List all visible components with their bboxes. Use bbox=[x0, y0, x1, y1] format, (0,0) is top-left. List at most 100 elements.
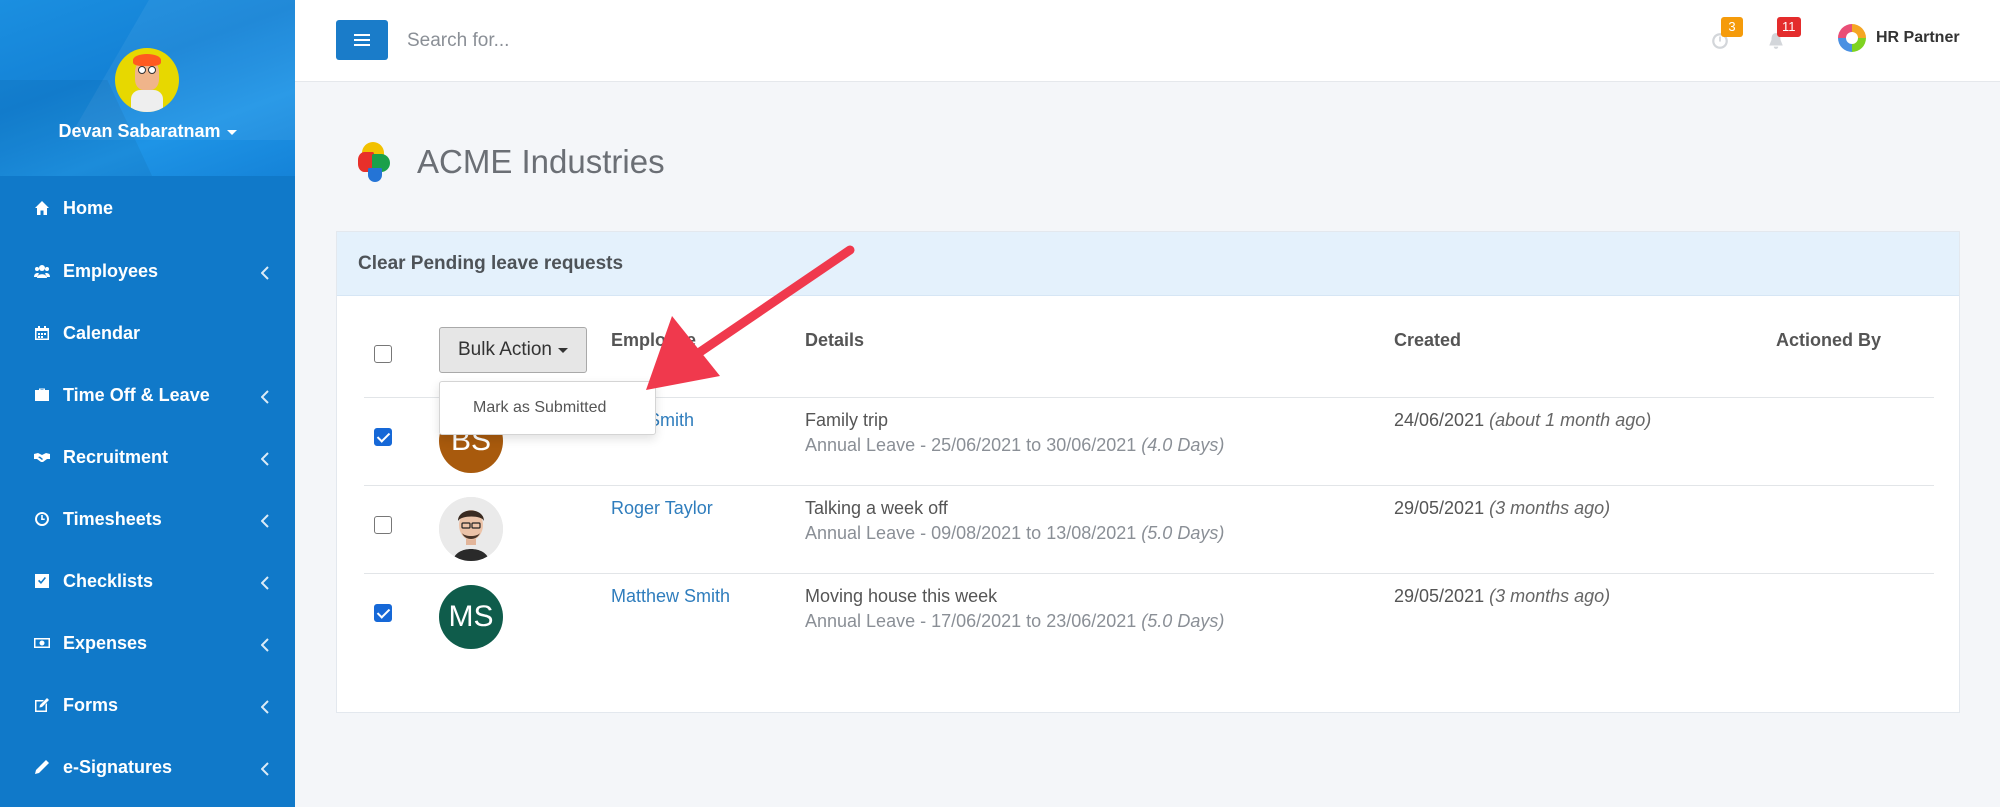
nav-label: Forms bbox=[63, 694, 119, 715]
nav-label: Expenses bbox=[63, 632, 148, 653]
row-checkbox[interactable] bbox=[374, 516, 392, 534]
bell-notifications[interactable]: 11 bbox=[1767, 17, 1801, 54]
nav-employees[interactable]: Employees bbox=[0, 240, 295, 302]
column-header-created[interactable]: Created bbox=[1394, 330, 1461, 351]
created-date-value: 24/06/2021 bbox=[1394, 410, 1485, 430]
nav-e-signatures[interactable]: e-Signatures bbox=[0, 736, 295, 798]
nav-expenses[interactable]: Expenses bbox=[0, 612, 295, 674]
leave-days: (4.0 Days) bbox=[1141, 435, 1225, 455]
page-title: ACME Industries bbox=[417, 143, 665, 180]
nav-recruitment[interactable]: Recruitment bbox=[0, 426, 295, 488]
created-date-value: 29/05/2021 bbox=[1394, 498, 1485, 518]
bulk-action-label: Bulk Action bbox=[458, 339, 552, 360]
chevron-left-icon bbox=[260, 388, 269, 404]
created-date: 29/05/2021 (3 months ago) bbox=[1394, 586, 1610, 607]
nav-label: Time Off & Leave bbox=[63, 384, 210, 405]
chevron-left-icon bbox=[260, 512, 269, 528]
timer-notifications[interactable]: 3 bbox=[1711, 17, 1743, 54]
nav-timesheets[interactable]: Timesheets bbox=[0, 488, 295, 550]
sidebar: Devan Sabaratnam Home Employees Calendar… bbox=[0, 0, 295, 807]
nav-home[interactable]: Home bbox=[0, 177, 295, 239]
handshake-icon bbox=[33, 449, 51, 465]
page-heading: ACME Industries bbox=[358, 142, 665, 182]
leave-details: Annual Leave - 09/08/2021 to 13/08/2021 … bbox=[805, 523, 1224, 544]
chevron-left-icon bbox=[260, 450, 269, 466]
user-avatar[interactable] bbox=[115, 48, 179, 112]
panel-header: Clear Pending leave requests bbox=[337, 232, 1959, 296]
profile-header: Devan Sabaratnam bbox=[0, 0, 295, 176]
panel-title: Clear Pending leave requests bbox=[358, 253, 624, 274]
nav-checklists[interactable]: Checklists bbox=[0, 550, 295, 612]
pending-leave-panel: Clear Pending leave requests Bulk Action… bbox=[336, 231, 1960, 713]
chevron-left-icon bbox=[260, 636, 269, 652]
bulk-action-dropdown: Mark as Submitted bbox=[439, 381, 656, 435]
leave-dates: Annual Leave - 09/08/2021 to 13/08/2021 bbox=[805, 523, 1137, 543]
column-header-actioned-by[interactable]: Actioned By bbox=[1776, 330, 1881, 351]
checkbox-icon bbox=[33, 573, 51, 589]
users-icon bbox=[33, 263, 51, 279]
clock-icon bbox=[33, 511, 51, 527]
row-divider bbox=[364, 485, 1934, 486]
leave-dates: Annual Leave - 25/06/2021 to 30/06/2021 bbox=[805, 435, 1137, 455]
user-name: Devan Sabaratnam bbox=[58, 121, 221, 141]
pen-icon bbox=[33, 759, 51, 775]
column-header-details[interactable]: Details bbox=[805, 330, 864, 351]
caret-down-icon bbox=[226, 129, 237, 135]
avatar-initials: MS bbox=[448, 600, 494, 633]
menu-toggle-button[interactable] bbox=[336, 20, 388, 60]
chevron-left-icon bbox=[260, 760, 269, 776]
leave-details: Annual Leave - 25/06/2021 to 30/06/2021 … bbox=[805, 435, 1224, 456]
row-checkbox[interactable] bbox=[374, 604, 392, 622]
leave-days: (5.0 Days) bbox=[1141, 611, 1225, 631]
caret-down-icon bbox=[558, 347, 568, 353]
nav-label: Calendar bbox=[63, 322, 141, 343]
created-ago: (3 months ago) bbox=[1489, 498, 1611, 518]
created-date-value: 29/05/2021 bbox=[1394, 586, 1485, 606]
nav-label: Employees bbox=[63, 260, 159, 281]
user-menu-toggle[interactable]: Devan Sabaratnam bbox=[0, 121, 295, 142]
mark-as-submitted-option[interactable]: Mark as Submitted bbox=[473, 399, 606, 417]
leave-title: Family trip bbox=[805, 410, 889, 430]
chevron-left-icon bbox=[260, 264, 269, 280]
bell-badge: 11 bbox=[1777, 17, 1801, 37]
company-logo-icon bbox=[358, 142, 392, 182]
created-date: 29/05/2021 (3 months ago) bbox=[1394, 498, 1610, 519]
brand-name: HR Partner bbox=[1876, 29, 1960, 46]
nav-label: Home bbox=[63, 197, 114, 218]
nav-calendar[interactable]: Calendar bbox=[0, 302, 295, 364]
nav-forms[interactable]: Forms bbox=[0, 674, 295, 736]
created-date: 24/06/2021 (about 1 month ago) bbox=[1394, 410, 1651, 431]
employee-name-link[interactable]: Roger Taylor bbox=[611, 498, 713, 519]
select-all-checkbox[interactable] bbox=[374, 345, 392, 363]
leave-details: Annual Leave - 17/06/2021 to 23/06/2021 … bbox=[805, 611, 1224, 632]
leave-title: Talking a week off bbox=[805, 498, 948, 518]
created-ago: (about 1 month ago) bbox=[1489, 410, 1652, 430]
leave-days: (5.0 Days) bbox=[1141, 523, 1225, 543]
nav-label: e-Signatures bbox=[63, 756, 173, 777]
home-icon bbox=[33, 200, 51, 216]
briefcase-icon bbox=[33, 387, 51, 403]
bulk-action-button[interactable]: Bulk Action bbox=[439, 327, 587, 373]
row-checkbox[interactable] bbox=[374, 428, 392, 446]
chevron-left-icon bbox=[260, 574, 269, 590]
hr-partner-logo-icon bbox=[1838, 24, 1866, 52]
calendar-icon bbox=[33, 325, 51, 341]
nav-time-off-leave[interactable]: Time Off & Leave bbox=[0, 364, 295, 426]
top-bar: 3 11 HR Partner bbox=[295, 0, 2000, 82]
column-header-employee[interactable]: Employee bbox=[611, 330, 696, 351]
clock-badge: 3 bbox=[1721, 17, 1743, 37]
nav-label: Recruitment bbox=[63, 446, 169, 467]
nav-label: Checklists bbox=[63, 570, 154, 591]
leave-dates: Annual Leave - 17/06/2021 to 23/06/2021 bbox=[805, 611, 1137, 631]
edit-icon bbox=[33, 697, 51, 713]
employee-name-link[interactable]: Matthew Smith bbox=[611, 586, 730, 607]
chevron-left-icon bbox=[260, 698, 269, 714]
avatar[interactable] bbox=[439, 497, 503, 561]
avatar[interactable]: MS bbox=[439, 585, 503, 649]
brand[interactable]: HR Partner bbox=[1838, 24, 1960, 52]
search-input[interactable] bbox=[407, 24, 1007, 58]
nav-label: Timesheets bbox=[63, 508, 162, 529]
hamburger-icon bbox=[354, 34, 370, 46]
row-divider bbox=[364, 573, 1934, 574]
created-ago: (3 months ago) bbox=[1489, 586, 1611, 606]
